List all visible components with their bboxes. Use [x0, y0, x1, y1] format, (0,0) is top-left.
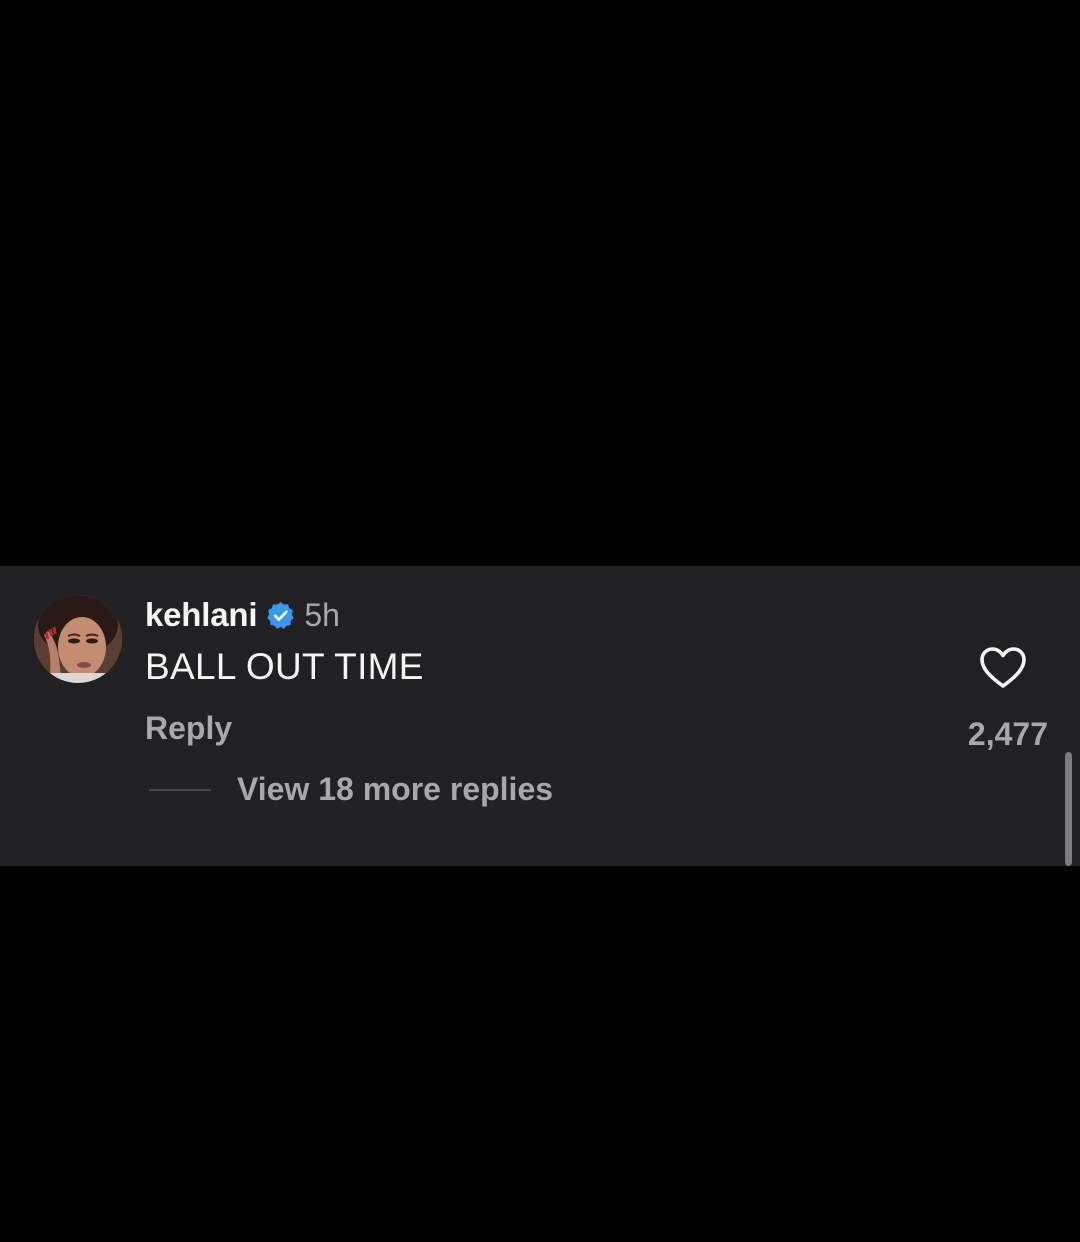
replies-divider	[149, 789, 211, 791]
reply-button[interactable]: Reply	[145, 710, 232, 747]
comment-item: kehlani 5h BALL OUT TIME Reply 2,477 Vie…	[0, 566, 1080, 866]
timestamp: 5h	[304, 596, 340, 633]
heart-icon	[980, 647, 1026, 688]
verified-badge-icon	[266, 601, 295, 630]
username[interactable]: kehlani	[145, 596, 258, 634]
scrollbar[interactable]	[1065, 752, 1072, 866]
avatar-image	[34, 595, 122, 683]
like-count: 2,477	[967, 716, 1048, 752]
comment-header: kehlani 5h	[145, 594, 340, 636]
view-more-replies-button[interactable]: View 18 more replies	[237, 771, 553, 808]
like-button[interactable]	[979, 646, 1027, 690]
comment-text: BALL OUT TIME	[145, 646, 424, 687]
avatar[interactable]	[34, 595, 122, 683]
